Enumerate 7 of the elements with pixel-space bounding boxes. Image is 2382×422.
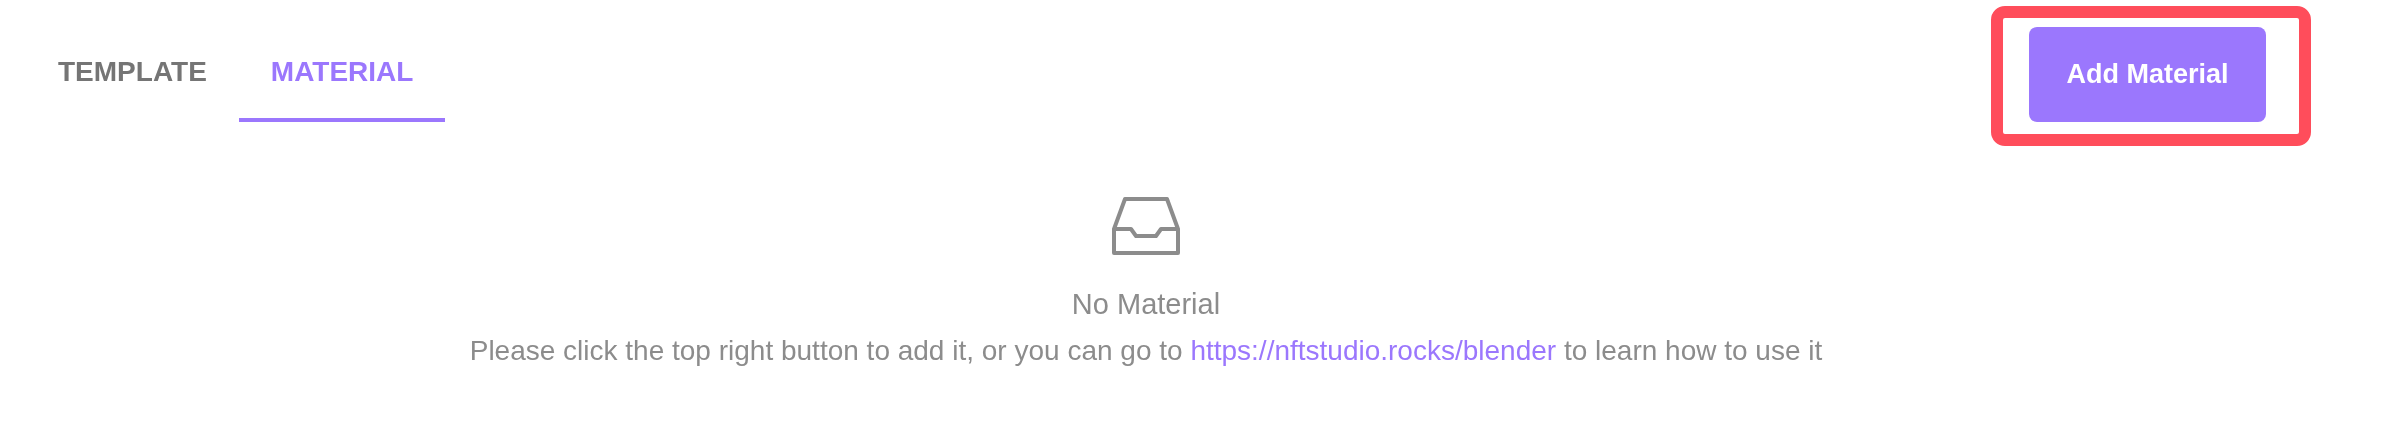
inbox-icon <box>1111 196 1181 256</box>
tab[interactable]: TEMPLATE <box>26 6 239 122</box>
empty-title: No Material <box>1071 288 1221 321</box>
tab[interactable]: MATERIAL <box>238 6 446 122</box>
add-material-button[interactable]: Add Material <box>2029 27 2266 122</box>
empty-message: Please click the top right button to add it, or you can go to https://nftstudio.rocks/blender to learn how to use it <box>469 335 1823 367</box>
blender-link[interactable]: https://nftstudio.rocks/blender <box>1190 335 1557 366</box>
